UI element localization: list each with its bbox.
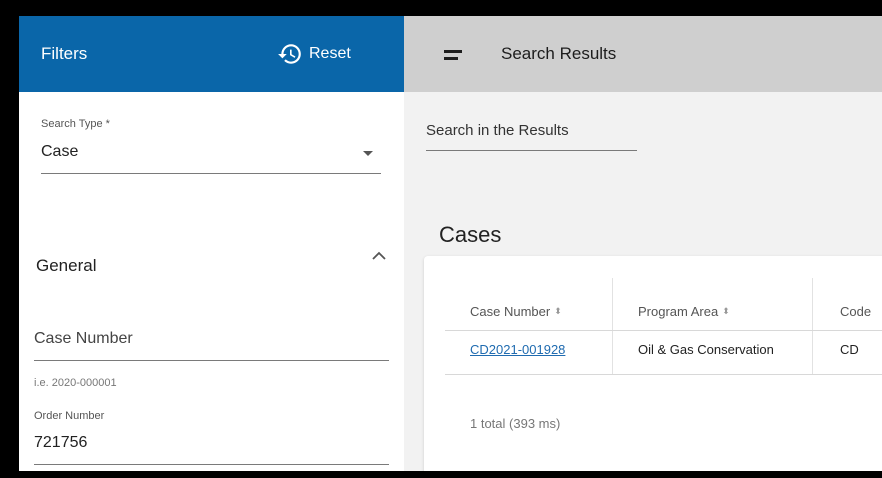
header-divider [445, 330, 882, 331]
column-header-program-area[interactable]: Program Area ⬍ [638, 304, 730, 319]
history-icon [278, 44, 301, 64]
column-header-label: Case Number [470, 304, 551, 319]
cases-table-card: Case Number ⬍ Program Area ⬍ Code CD2021… [424, 256, 882, 471]
column-divider [612, 278, 613, 374]
results-search-placeholder: Search in the Results [426, 122, 569, 139]
filters-sidebar: Search Type * Case General Case Number i… [19, 92, 404, 471]
order-number-underline [34, 464, 389, 465]
results-main: Search in the Results Cases Case Number … [404, 92, 882, 471]
chevron-up-icon [372, 251, 386, 260]
column-header-label: Code [840, 304, 872, 319]
search-type-label: Search Type * [41, 118, 110, 130]
case-number-placeholder: Case Number [34, 330, 133, 347]
order-number-value: 721756 [34, 434, 88, 451]
case-number-hint: i.e. 2020-000001 [34, 377, 117, 389]
reset-label: Reset [309, 45, 351, 62]
cases-title: Cases [439, 222, 502, 247]
column-header-case-number[interactable]: Case Number ⬍ [470, 304, 562, 319]
search-type-value: Case [41, 143, 79, 160]
case-number-link[interactable]: CD2021-001928 [470, 342, 565, 357]
search-type-underline [41, 173, 381, 174]
code-cell: CD [840, 342, 859, 357]
reset-button[interactable]: Reset [277, 40, 351, 68]
column-divider [812, 278, 813, 374]
case-number-underline [34, 360, 389, 361]
menu-icon[interactable] [444, 50, 462, 60]
results-title: Search Results [501, 44, 617, 63]
general-section-title: General [36, 256, 97, 275]
program-area-cell: Oil & Gas Conservation [638, 342, 774, 357]
row-divider [445, 374, 882, 375]
chevron-down-icon [363, 151, 373, 156]
filters-header: Filters Reset [19, 16, 404, 92]
filters-title: Filters [41, 44, 88, 63]
order-number-label: Order Number [34, 410, 105, 422]
column-header-label: Program Area [638, 304, 719, 319]
column-header-code[interactable]: Code [840, 304, 871, 319]
sort-icon: ⬍ [554, 306, 562, 316]
results-header: Search Results [404, 16, 882, 92]
results-search-underline [426, 150, 637, 151]
app-frame: Filters Reset Search Results Search Type… [19, 16, 882, 471]
sort-icon: ⬍ [722, 306, 730, 316]
results-total: 1 total (393 ms) [470, 416, 561, 431]
